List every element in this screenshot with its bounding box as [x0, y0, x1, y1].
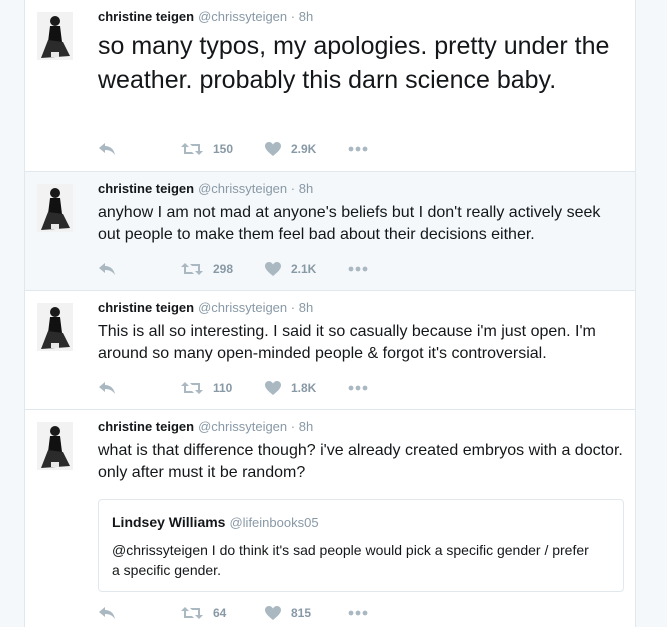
retweet-button[interactable]: 110: [181, 378, 232, 398]
tweet[interactable]: christine teigen @chrissyteigen · 8h what…: [25, 410, 635, 627]
like-count: 815: [291, 606, 312, 620]
retweet-icon: [181, 263, 203, 275]
reply-button[interactable]: [98, 603, 116, 623]
timestamp[interactable]: 8h: [299, 9, 313, 24]
quoted-author-handle: @lifeinbooks05: [229, 515, 319, 530]
tweet[interactable]: christine teigen @chrissyteigen · 8h anyh…: [25, 172, 635, 291]
author-name[interactable]: christine teigen: [98, 9, 194, 24]
quoted-author-name: Lindsey Williams: [112, 514, 226, 530]
separator-dot: ·: [290, 181, 296, 196]
avatar[interactable]: [37, 12, 73, 60]
timeline: christine teigen @chrissyteigen · 8h so m…: [24, 0, 636, 627]
avatar[interactable]: [37, 184, 73, 232]
retweet-count: 110: [213, 381, 233, 395]
retweet-button[interactable]: 150: [181, 139, 233, 159]
retweet-icon: [181, 382, 203, 394]
quoted-author: Lindsey Williams @lifeinbooks05: [112, 514, 319, 530]
separator-dot: ·: [290, 419, 296, 434]
like-button[interactable]: 815: [265, 603, 311, 623]
more-button[interactable]: [348, 139, 368, 159]
tweet-text: what is that difference though? i've alr…: [98, 442, 623, 481]
retweet-count: 64: [213, 606, 227, 620]
timestamp[interactable]: 8h: [299, 300, 313, 315]
reply-button[interactable]: [98, 378, 116, 398]
tweet-text: so many typos, my apologies. pretty unde…: [98, 32, 610, 94]
avatar[interactable]: [37, 422, 73, 470]
reply-icon: [99, 607, 115, 619]
heart-icon: [265, 606, 281, 620]
reply-icon: [99, 143, 115, 155]
tweet-header: christine teigen @chrissyteigen · 8h: [98, 9, 313, 25]
like-count: 2.1K: [291, 262, 317, 276]
author-name[interactable]: christine teigen: [98, 300, 194, 315]
tweet-header: christine teigen @chrissyteigen · 8h: [98, 419, 313, 435]
more-button[interactable]: [348, 378, 368, 398]
tweet-text: This is all so interesting. I said it so…: [98, 323, 596, 362]
author-name[interactable]: christine teigen: [98, 181, 194, 196]
retweet-count: 150: [213, 142, 234, 156]
timestamp[interactable]: 8h: [299, 419, 313, 434]
more-dots-icon: [348, 385, 368, 391]
avatar[interactable]: [37, 303, 73, 351]
more-dots-icon: [348, 266, 368, 272]
separator-dot: ·: [290, 9, 296, 24]
author-handle[interactable]: @chrissyteigen: [198, 300, 287, 315]
retweet-icon: [181, 143, 203, 155]
author-handle[interactable]: @chrissyteigen: [198, 181, 287, 196]
quoted-text: @chrissyteigen I do think it's sad peopl…: [112, 542, 589, 578]
heart-icon: [265, 262, 281, 276]
like-button[interactable]: 1.8K: [265, 378, 316, 398]
heart-icon: [265, 381, 281, 395]
reply-button[interactable]: [98, 139, 116, 159]
retweet-button[interactable]: 298: [181, 259, 233, 279]
quoted-tweet[interactable]: Lindsey Williams @lifeinbooks05 @chrissyt…: [98, 499, 624, 592]
tweet-text: anyhow I am not mad at anyone's beliefs …: [98, 204, 601, 243]
heart-icon: [265, 142, 281, 156]
retweet-button[interactable]: 64: [181, 603, 226, 623]
author-handle[interactable]: @chrissyteigen: [198, 419, 287, 434]
reply-icon: [99, 382, 115, 394]
like-count: 2.9K: [291, 142, 317, 156]
reply-button[interactable]: [98, 259, 116, 279]
more-dots-icon: [348, 146, 368, 152]
tweet-header: christine teigen @chrissyteigen · 8h: [98, 300, 313, 316]
more-button[interactable]: [348, 259, 368, 279]
more-button[interactable]: [348, 603, 368, 623]
reply-icon: [99, 263, 115, 275]
like-button[interactable]: 2.1K: [265, 259, 316, 279]
like-button[interactable]: 2.9K: [265, 139, 316, 159]
timestamp[interactable]: 8h: [299, 181, 313, 196]
tweet[interactable]: christine teigen @chrissyteigen · 8h This…: [25, 291, 635, 410]
author-handle[interactable]: @chrissyteigen: [198, 9, 287, 24]
retweet-icon: [181, 607, 203, 619]
separator-dot: ·: [290, 300, 296, 315]
more-dots-icon: [348, 610, 368, 616]
author-name[interactable]: christine teigen: [98, 419, 194, 434]
tweet[interactable]: christine teigen @chrissyteigen · 8h so m…: [25, 0, 635, 172]
like-count: 1.8K: [291, 381, 317, 395]
retweet-count: 298: [213, 262, 234, 276]
tweet-header: christine teigen @chrissyteigen · 8h: [98, 181, 313, 197]
